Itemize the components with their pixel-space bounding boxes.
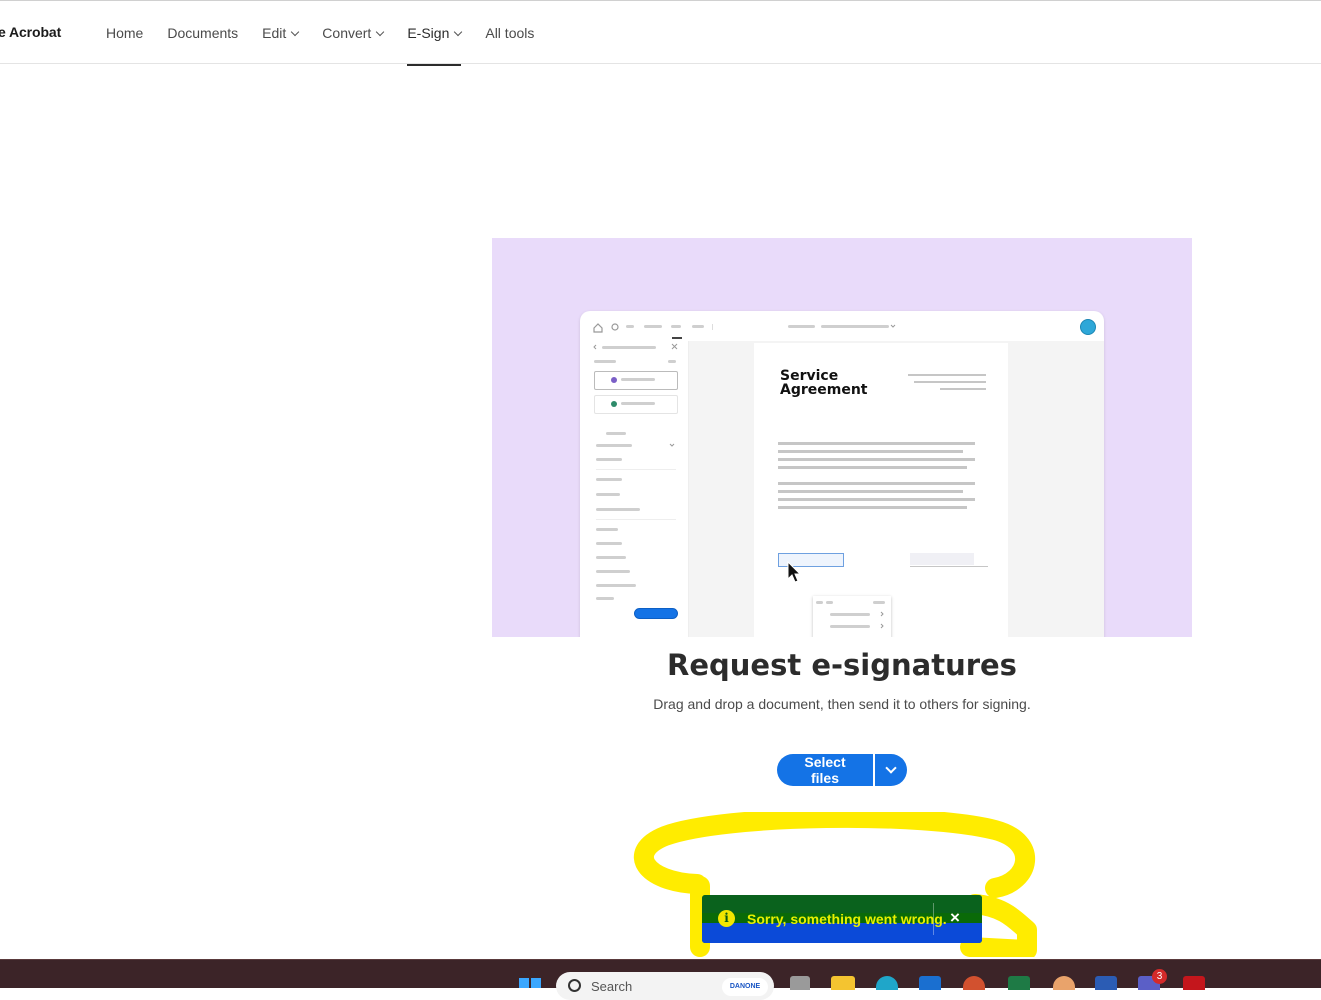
mockup-sidebar bbox=[580, 341, 689, 637]
file-manager-icon[interactable] bbox=[790, 976, 810, 990]
search-icon bbox=[568, 979, 581, 992]
avatar bbox=[1080, 319, 1096, 335]
acrobat-icon[interactable] bbox=[1183, 976, 1205, 990]
nav-home[interactable]: Home bbox=[106, 1, 143, 65]
page-title: Request e-signatures bbox=[667, 648, 1017, 682]
signature-field-placeholder bbox=[910, 553, 974, 565]
nav-all-tools-label: All tools bbox=[485, 25, 535, 41]
chevron-down-icon bbox=[885, 762, 897, 774]
error-toast: i Sorry, something went wrong. × bbox=[702, 895, 982, 943]
info-icon: i bbox=[718, 910, 735, 927]
signer-dot bbox=[611, 401, 617, 407]
taskbar-search-input[interactable]: Search DANONE bbox=[556, 972, 774, 1000]
chevron-down-icon bbox=[291, 27, 300, 36]
signer-dot bbox=[611, 377, 617, 383]
chevron-down-icon bbox=[376, 27, 385, 36]
document-title: Service Agreement bbox=[780, 368, 868, 398]
hero-illustration: Service Agreement bbox=[492, 238, 1192, 637]
mockup-toolbar bbox=[580, 311, 1104, 341]
nav-documents[interactable]: Documents bbox=[167, 1, 238, 65]
main-nav: Home Documents Edit Convert E-Sign All t… bbox=[106, 1, 558, 66]
error-toast-content: i Sorry, something went wrong. × bbox=[702, 895, 982, 943]
folder-icon[interactable] bbox=[831, 976, 855, 990]
select-files-dropdown-button[interactable] bbox=[875, 754, 907, 786]
nav-edit-label: Edit bbox=[262, 25, 287, 41]
paint-icon[interactable] bbox=[1053, 976, 1075, 990]
word-icon[interactable] bbox=[1095, 976, 1117, 990]
nav-convert-label: Convert bbox=[322, 25, 372, 41]
teams-notification-badge: 3 bbox=[1152, 969, 1167, 984]
toast-divider bbox=[933, 903, 934, 935]
app-mockup-illustration: Service Agreement bbox=[580, 311, 1104, 637]
select-files-button[interactable]: Select files bbox=[777, 754, 873, 786]
edge-icon[interactable] bbox=[876, 976, 898, 990]
mouse-cursor-icon bbox=[787, 561, 802, 583]
nav-esign-label: E-Sign bbox=[407, 25, 450, 41]
windows-taskbar: Search DANONE bbox=[0, 959, 1321, 1000]
mockup-popup-lines bbox=[816, 601, 885, 629]
powerpoint-icon[interactable] bbox=[963, 976, 985, 990]
nav-home-label: Home bbox=[106, 25, 144, 41]
nav-all-tools[interactable]: All tools bbox=[485, 1, 534, 65]
nav-documents-label: Documents bbox=[167, 25, 239, 41]
brand-name[interactable]: e Acrobat bbox=[0, 24, 61, 40]
mockup-signer-box bbox=[594, 395, 678, 414]
chevron-down-icon bbox=[454, 27, 463, 36]
outlook-icon[interactable] bbox=[919, 976, 941, 990]
signer-line bbox=[621, 378, 655, 381]
nav-esign[interactable]: E-Sign bbox=[407, 1, 463, 66]
signer-line bbox=[621, 402, 655, 405]
error-toast-message: Sorry, something went wrong. bbox=[747, 911, 947, 927]
excel-icon[interactable] bbox=[1008, 976, 1030, 990]
select-files-button-group: Select files bbox=[777, 754, 907, 786]
toast-close-button[interactable]: × bbox=[950, 908, 960, 928]
mockup-toolbar-icons bbox=[593, 323, 896, 339]
top-navigation-bar: e Acrobat Home Documents Edit Convert E-… bbox=[0, 0, 1321, 66]
page-subtitle: Drag and drop a document, then send it t… bbox=[653, 696, 1031, 712]
mockup-signer-box bbox=[594, 371, 678, 390]
mockup-popup-menu bbox=[813, 596, 891, 637]
search-highlight-badge: DANONE bbox=[722, 978, 768, 996]
nav-edit[interactable]: Edit bbox=[262, 1, 300, 65]
nav-convert[interactable]: Convert bbox=[322, 1, 385, 65]
mockup-send-button bbox=[634, 608, 678, 619]
